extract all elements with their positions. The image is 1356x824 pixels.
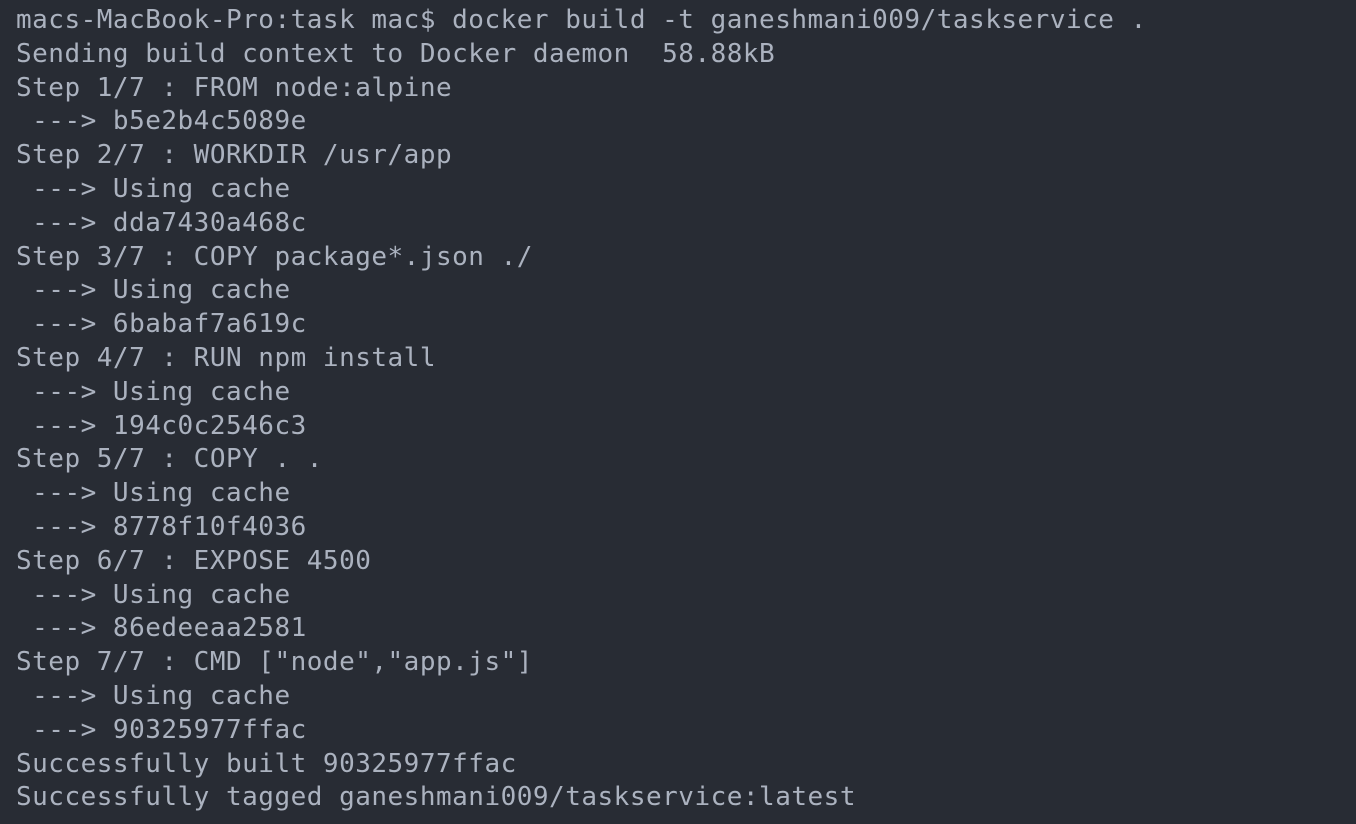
terminal-line: ---> Using cache bbox=[16, 477, 1340, 511]
terminal-line: macs-MacBook-Pro:task mac$ docker build … bbox=[16, 4, 1340, 38]
terminal-line: Step 4/7 : RUN npm install bbox=[16, 342, 1340, 376]
terminal-line: Successfully tagged ganeshmani009/taskse… bbox=[16, 781, 1340, 815]
terminal-line: Step 1/7 : FROM node:alpine bbox=[16, 72, 1340, 106]
terminal-line: Sending build context to Docker daemon 5… bbox=[16, 38, 1340, 72]
terminal-line: ---> b5e2b4c5089e bbox=[16, 105, 1340, 139]
terminal-line: Step 6/7 : EXPOSE 4500 bbox=[16, 545, 1340, 579]
terminal-output[interactable]: macs-MacBook-Pro:task mac$ docker build … bbox=[16, 4, 1340, 815]
terminal-line: ---> Using cache bbox=[16, 274, 1340, 308]
terminal-line: ---> 8778f10f4036 bbox=[16, 511, 1340, 545]
terminal-line: ---> Using cache bbox=[16, 173, 1340, 207]
terminal-line: Step 2/7 : WORKDIR /usr/app bbox=[16, 139, 1340, 173]
terminal-line: ---> 90325977ffac bbox=[16, 714, 1340, 748]
terminal-line: ---> Using cache bbox=[16, 680, 1340, 714]
terminal-line: ---> 6babaf7a619c bbox=[16, 308, 1340, 342]
terminal-line: Step 7/7 : CMD ["node","app.js"] bbox=[16, 646, 1340, 680]
terminal-line: ---> 194c0c2546c3 bbox=[16, 410, 1340, 444]
terminal-line: ---> Using cache bbox=[16, 579, 1340, 613]
terminal-line: Step 5/7 : COPY . . bbox=[16, 443, 1340, 477]
terminal-line: ---> Using cache bbox=[16, 376, 1340, 410]
terminal-line: ---> 86edeeaa2581 bbox=[16, 612, 1340, 646]
terminal-line: ---> dda7430a468c bbox=[16, 207, 1340, 241]
terminal-line: Successfully built 90325977ffac bbox=[16, 748, 1340, 782]
terminal-line: Step 3/7 : COPY package*.json ./ bbox=[16, 241, 1340, 275]
